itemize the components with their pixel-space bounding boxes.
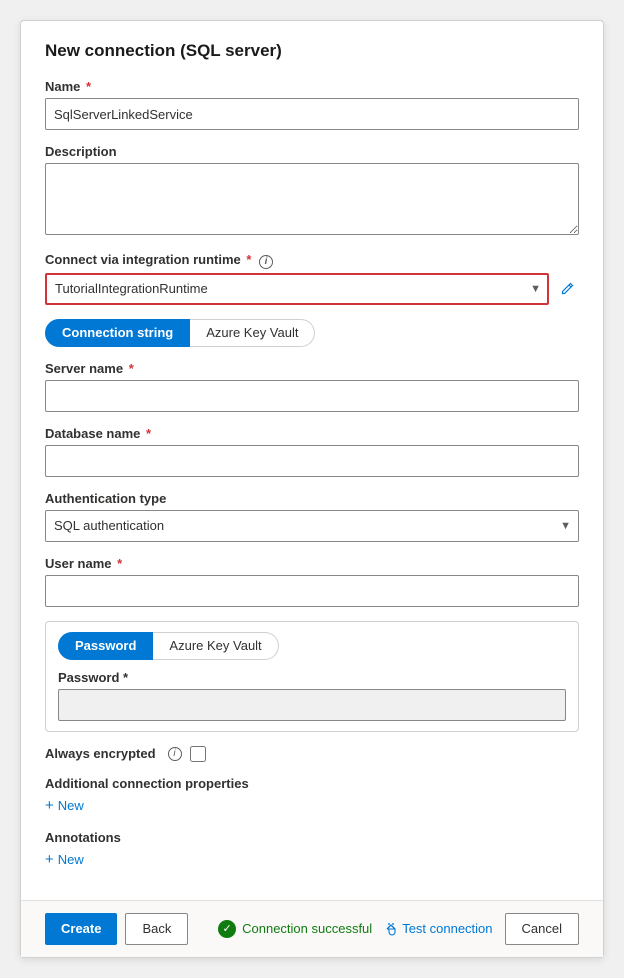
- create-button[interactable]: Create: [45, 913, 117, 945]
- always-encrypted-info-icon[interactable]: i: [168, 747, 182, 761]
- password-input[interactable]: [58, 689, 566, 721]
- back-button[interactable]: Back: [125, 913, 188, 945]
- server-name-label: Server name *: [45, 361, 579, 376]
- add-annotation-button[interactable]: + New: [45, 849, 84, 870]
- description-label: Description: [45, 144, 579, 159]
- auth-type-select-wrapper: SQL authentication Windows authenticatio…: [45, 510, 579, 542]
- name-label: Name *: [45, 79, 579, 94]
- footer-left: Create Back: [45, 913, 188, 945]
- connection-type-tabs: Connection string Azure Key Vault: [45, 319, 579, 347]
- user-name-input[interactable]: [45, 575, 579, 607]
- auth-type-label: Authentication type: [45, 491, 579, 506]
- password-group: Password Azure Key Vault Password *: [45, 621, 579, 732]
- footer-right: ✓ Connection successful Test connection …: [218, 913, 579, 945]
- success-icon: ✓: [218, 920, 236, 938]
- additional-props-label: Additional connection properties: [45, 776, 579, 791]
- description-textarea[interactable]: [45, 163, 579, 235]
- auth-type-select[interactable]: SQL authentication Windows authenticatio…: [45, 510, 579, 542]
- test-connection-button[interactable]: Test connection: [384, 921, 492, 936]
- runtime-required: *: [246, 252, 251, 267]
- azure-key-vault-tab[interactable]: Azure Key Vault: [190, 319, 315, 347]
- panel-title: New connection (SQL server): [45, 41, 579, 61]
- runtime-select-wrapper: TutorialIntegrationRuntime ▼: [45, 273, 549, 305]
- annotations-group: Annotations + New: [45, 830, 579, 870]
- panel-footer: Create Back ✓ Connection successful Test…: [21, 900, 603, 957]
- add-connection-prop-button[interactable]: + New: [45, 795, 84, 816]
- password-tab[interactable]: Password: [58, 632, 153, 660]
- password-label: Password *: [58, 670, 566, 685]
- always-encrypted-checkbox[interactable]: [190, 746, 206, 762]
- user-name-group: User name *: [45, 556, 579, 607]
- plus-icon-2: +: [45, 851, 54, 868]
- plus-icon: +: [45, 797, 54, 814]
- name-required: *: [86, 79, 91, 94]
- runtime-edit-button[interactable]: [555, 279, 579, 299]
- database-name-group: Database name *: [45, 426, 579, 477]
- auth-type-group: Authentication type SQL authentication W…: [45, 491, 579, 542]
- runtime-group: Connect via integration runtime * i Tuto…: [45, 252, 579, 305]
- password-type-tabs: Password Azure Key Vault: [58, 632, 566, 660]
- pencil-icon: [559, 281, 575, 297]
- runtime-label: Connect via integration runtime * i: [45, 252, 579, 269]
- description-group: Description: [45, 144, 579, 238]
- connection-string-tab[interactable]: Connection string: [45, 319, 190, 347]
- plug-icon: [384, 922, 398, 936]
- always-encrypted-label: Always encrypted: [45, 746, 156, 761]
- database-name-input[interactable]: [45, 445, 579, 477]
- server-name-input[interactable]: [45, 380, 579, 412]
- user-name-label: User name *: [45, 556, 579, 571]
- server-name-group: Server name *: [45, 361, 579, 412]
- database-name-required: *: [146, 426, 151, 441]
- server-name-required: *: [129, 361, 134, 376]
- additional-props-group: Additional connection properties + New: [45, 776, 579, 816]
- database-name-label: Database name *: [45, 426, 579, 441]
- panel-body: New connection (SQL server) Name * Descr…: [21, 21, 603, 900]
- password-required: *: [123, 670, 128, 685]
- annotations-label: Annotations: [45, 830, 579, 845]
- test-connection-label: Test connection: [402, 921, 492, 936]
- connection-success-status: ✓ Connection successful: [218, 920, 372, 938]
- always-encrypted-row: Always encrypted i: [45, 746, 579, 762]
- new-connection-panel: New connection (SQL server) Name * Descr…: [20, 20, 604, 958]
- runtime-select[interactable]: TutorialIntegrationRuntime: [45, 273, 549, 305]
- azure-key-vault-pw-tab[interactable]: Azure Key Vault: [153, 632, 278, 660]
- connection-success-text: Connection successful: [242, 921, 372, 936]
- cancel-button[interactable]: Cancel: [505, 913, 579, 945]
- runtime-row: TutorialIntegrationRuntime ▼: [45, 273, 579, 305]
- runtime-info-icon[interactable]: i: [259, 255, 273, 269]
- name-group: Name *: [45, 79, 579, 130]
- password-section: Password Azure Key Vault Password *: [45, 621, 579, 732]
- user-name-required: *: [117, 556, 122, 571]
- name-input[interactable]: [45, 98, 579, 130]
